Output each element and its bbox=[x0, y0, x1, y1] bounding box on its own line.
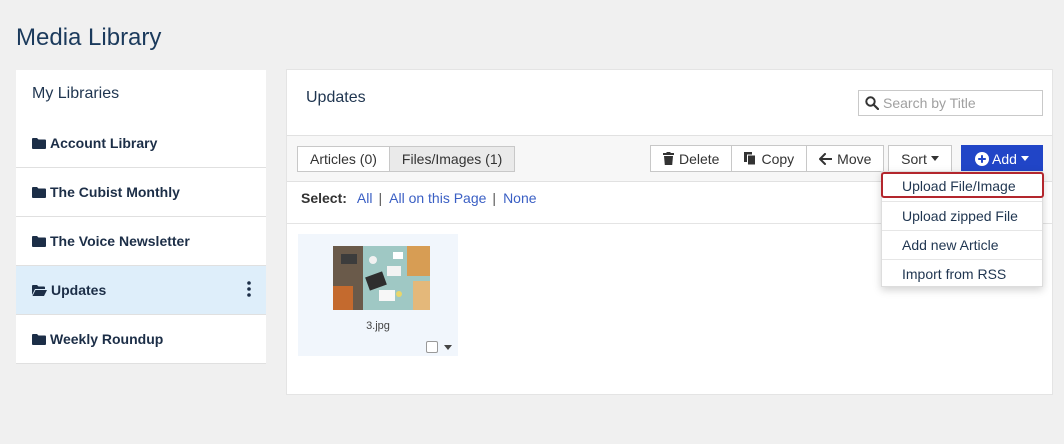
sidebar-heading: My Libraries bbox=[32, 85, 120, 102]
select-all-link[interactable]: All bbox=[357, 190, 373, 206]
arrow-left-icon bbox=[819, 152, 833, 165]
folder-icon bbox=[32, 235, 46, 247]
search-icon bbox=[865, 96, 879, 110]
folder-title: Updates bbox=[306, 89, 366, 106]
add-label: Add bbox=[992, 150, 1017, 167]
file-card[interactable]: 3.jpg bbox=[298, 234, 458, 356]
sidebar-item-label: The Voice Newsletter bbox=[50, 233, 190, 249]
select-label: Select: bbox=[301, 190, 347, 206]
sidebar-item-updates[interactable]: Updates bbox=[16, 266, 266, 315]
sidebar-item-account-library[interactable]: Account Library bbox=[16, 119, 266, 168]
sidebar-item-label: Account Library bbox=[50, 135, 158, 151]
library-sidebar: My Libraries Account Library The Cubist … bbox=[16, 70, 266, 364]
menu-item-import-from-rss[interactable]: Import from RSS bbox=[882, 259, 1042, 288]
action-button-group: Delete Copy Move bbox=[650, 145, 885, 172]
separator: | bbox=[378, 190, 383, 206]
chevron-down-icon bbox=[930, 156, 939, 161]
menu-item-add-new-article[interactable]: Add new Article bbox=[882, 230, 1042, 259]
delete-label: Delete bbox=[679, 150, 720, 167]
sidebar-item-label: The Cubist Monthly bbox=[50, 184, 180, 200]
search-input[interactable] bbox=[883, 95, 1033, 111]
sidebar-item-label: Weekly Roundup bbox=[50, 331, 164, 347]
add-dropdown-menu: Upload File/Image Upload zipped File Add… bbox=[881, 171, 1043, 287]
file-name: 3.jpg bbox=[366, 320, 390, 332]
folder-icon bbox=[32, 333, 46, 345]
move-label: Move bbox=[837, 150, 872, 167]
file-select-checkbox[interactable] bbox=[426, 341, 438, 353]
kebab-menu-icon[interactable] bbox=[247, 281, 251, 297]
add-button[interactable]: Add bbox=[961, 145, 1043, 172]
sidebar-item-label: Updates bbox=[51, 282, 107, 298]
chevron-down-icon bbox=[1020, 156, 1029, 161]
copy-label: Copy bbox=[761, 150, 795, 167]
sort-button[interactable]: Sort bbox=[888, 145, 952, 172]
search-box[interactable] bbox=[858, 90, 1043, 116]
file-thumbnail[interactable] bbox=[333, 246, 430, 310]
copy-button[interactable]: Copy bbox=[731, 146, 806, 171]
menu-item-upload-file-image[interactable]: Upload File/Image bbox=[882, 172, 1042, 201]
folder-open-icon bbox=[32, 284, 47, 296]
folder-icon bbox=[32, 186, 46, 198]
content-tabs: Articles (0) Files/Images (1) bbox=[297, 146, 516, 172]
plus-circle-icon bbox=[975, 151, 990, 166]
tab-files-images[interactable]: Files/Images (1) bbox=[388, 147, 515, 171]
tab-articles[interactable]: Articles (0) bbox=[298, 147, 389, 171]
trash-icon bbox=[663, 152, 674, 165]
move-button[interactable]: Move bbox=[806, 146, 883, 171]
delete-button[interactable]: Delete bbox=[651, 146, 731, 171]
menu-item-upload-zipped-file[interactable]: Upload zipped File bbox=[882, 201, 1042, 230]
folder-icon bbox=[32, 137, 46, 149]
chevron-down-icon[interactable] bbox=[444, 345, 452, 350]
separator: | bbox=[492, 190, 497, 206]
sidebar-item-cubist-monthly[interactable]: The Cubist Monthly bbox=[16, 168, 266, 217]
page-title: Media Library bbox=[16, 24, 162, 51]
sidebar-item-weekly-roundup[interactable]: Weekly Roundup bbox=[16, 315, 266, 364]
select-all-on-page-link[interactable]: All on this Page bbox=[389, 190, 486, 206]
copy-icon bbox=[744, 152, 757, 165]
selection-controls: Select: All | All on this Page | None bbox=[301, 190, 537, 206]
sort-label: Sort bbox=[901, 150, 927, 167]
select-none-link[interactable]: None bbox=[503, 190, 536, 206]
sidebar-item-voice-newsletter[interactable]: The Voice Newsletter bbox=[16, 217, 266, 266]
